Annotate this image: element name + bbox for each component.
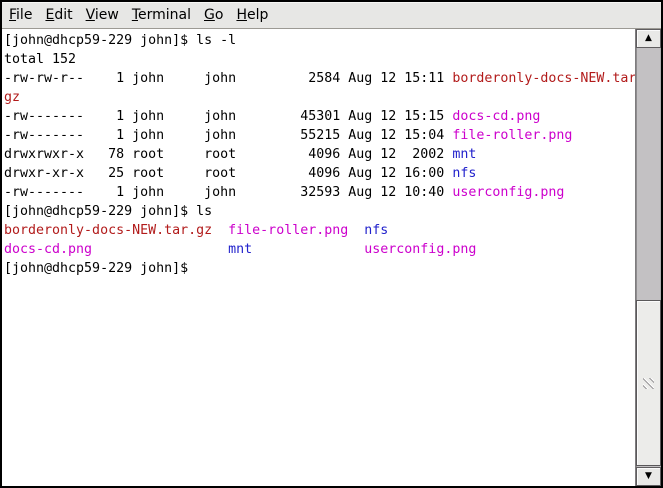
text-segment [212, 223, 228, 238]
text-segment: mnt [452, 147, 476, 162]
text-segment [348, 223, 364, 238]
text-segment: userconfig.png [364, 242, 476, 257]
terminal-output[interactable]: [john@dhcp59-229 john]$ ls -l total 152 -r… [2, 29, 635, 486]
text-segment: userconfig.png [452, 185, 564, 200]
text-segment: -rw-rw-r-- 1 john john 2584 Aug 12 15:11 [4, 71, 452, 86]
text-segment [252, 242, 364, 257]
text-segment: -rw------- 1 john john 55215 Aug 12 15:0… [4, 128, 452, 143]
scrollbar[interactable]: ▲ ▼ [635, 29, 661, 486]
text-segment: mnt [228, 242, 252, 257]
text-segment: drwxr-xr-x 25 root root 4096 Aug 12 16:0… [4, 166, 452, 181]
text-segment: gz [4, 90, 20, 105]
menu-item-go[interactable]: Go [198, 4, 229, 26]
terminal-line: drwxr-xr-x 25 root root 4096 Aug 12 16:0… [4, 164, 635, 183]
menu-item-view[interactable]: View [80, 4, 125, 26]
text-segment: file-roller.png [228, 223, 348, 238]
text-segment: [john@dhcp59-229 john]$ [4, 261, 196, 276]
terminal-window: FileEditViewTerminalGoHelp [john@dhcp59-… [0, 0, 663, 488]
text-segment: file-roller.png [452, 128, 572, 143]
text-segment: drwxrwxr-x 78 root root 4096 Aug 12 2002 [4, 147, 452, 162]
text-segment: -rw------- 1 john john 32593 Aug 12 10:4… [4, 185, 452, 200]
terminal-line: [john@dhcp59-229 john]$ ls [4, 202, 635, 221]
terminal-line: [john@dhcp59-229 john]$ ls -l [4, 31, 635, 50]
text-segment: docs-cd.png [4, 242, 92, 257]
terminal-line: -rw------- 1 john john 45301 Aug 12 15:1… [4, 107, 635, 126]
down-arrow-icon: ▼ [645, 472, 652, 481]
text-segment: docs-cd.png [452, 109, 540, 124]
text-segment: borderonly-docs-NEW.tar. [452, 71, 635, 86]
terminal-line: gz [4, 88, 635, 107]
text-segment: nfs [452, 166, 476, 181]
text-segment: [john@dhcp59-229 john]$ ls -l [4, 33, 236, 48]
scroll-down-button[interactable]: ▼ [636, 467, 661, 486]
text-segment [92, 242, 228, 257]
text-segment: total 152 [4, 52, 76, 67]
terminal-line: docs-cd.png mnt userconfig.png [4, 240, 635, 259]
terminal-line: borderonly-docs-NEW.tar.gz file-roller.p… [4, 221, 635, 240]
menu-bar: FileEditViewTerminalGoHelp [2, 2, 661, 29]
menu-item-edit[interactable]: Edit [39, 4, 78, 26]
terminal-line: -rw-rw-r-- 1 john john 2584 Aug 12 15:11… [4, 69, 635, 88]
scrollbar-trough[interactable] [636, 48, 661, 467]
menu-item-file[interactable]: File [3, 4, 38, 26]
terminal-line: -rw------- 1 john john 32593 Aug 12 10:4… [4, 183, 635, 202]
scroll-up-button[interactable]: ▲ [636, 29, 661, 48]
window-content: [john@dhcp59-229 john]$ ls -l total 152 -r… [2, 29, 661, 486]
text-segment: borderonly-docs-NEW.tar.gz [4, 223, 212, 238]
terminal-line: drwxrwxr-x 78 root root 4096 Aug 12 2002… [4, 145, 635, 164]
menu-item-terminal[interactable]: Terminal [126, 4, 197, 26]
scrollbar-thumb[interactable] [636, 300, 661, 466]
text-segment: nfs [364, 223, 388, 238]
up-arrow-icon: ▲ [645, 34, 652, 43]
terminal-line: -rw------- 1 john john 55215 Aug 12 15:0… [4, 126, 635, 145]
thumb-grip-icon [643, 378, 654, 389]
text-segment: -rw------- 1 john john 45301 Aug 12 15:1… [4, 109, 452, 124]
terminal-line: total 152 [4, 50, 635, 69]
menu-item-help[interactable]: Help [230, 4, 274, 26]
text-segment: [john@dhcp59-229 john]$ ls [4, 204, 212, 219]
terminal-line: [john@dhcp59-229 john]$ [4, 259, 635, 278]
